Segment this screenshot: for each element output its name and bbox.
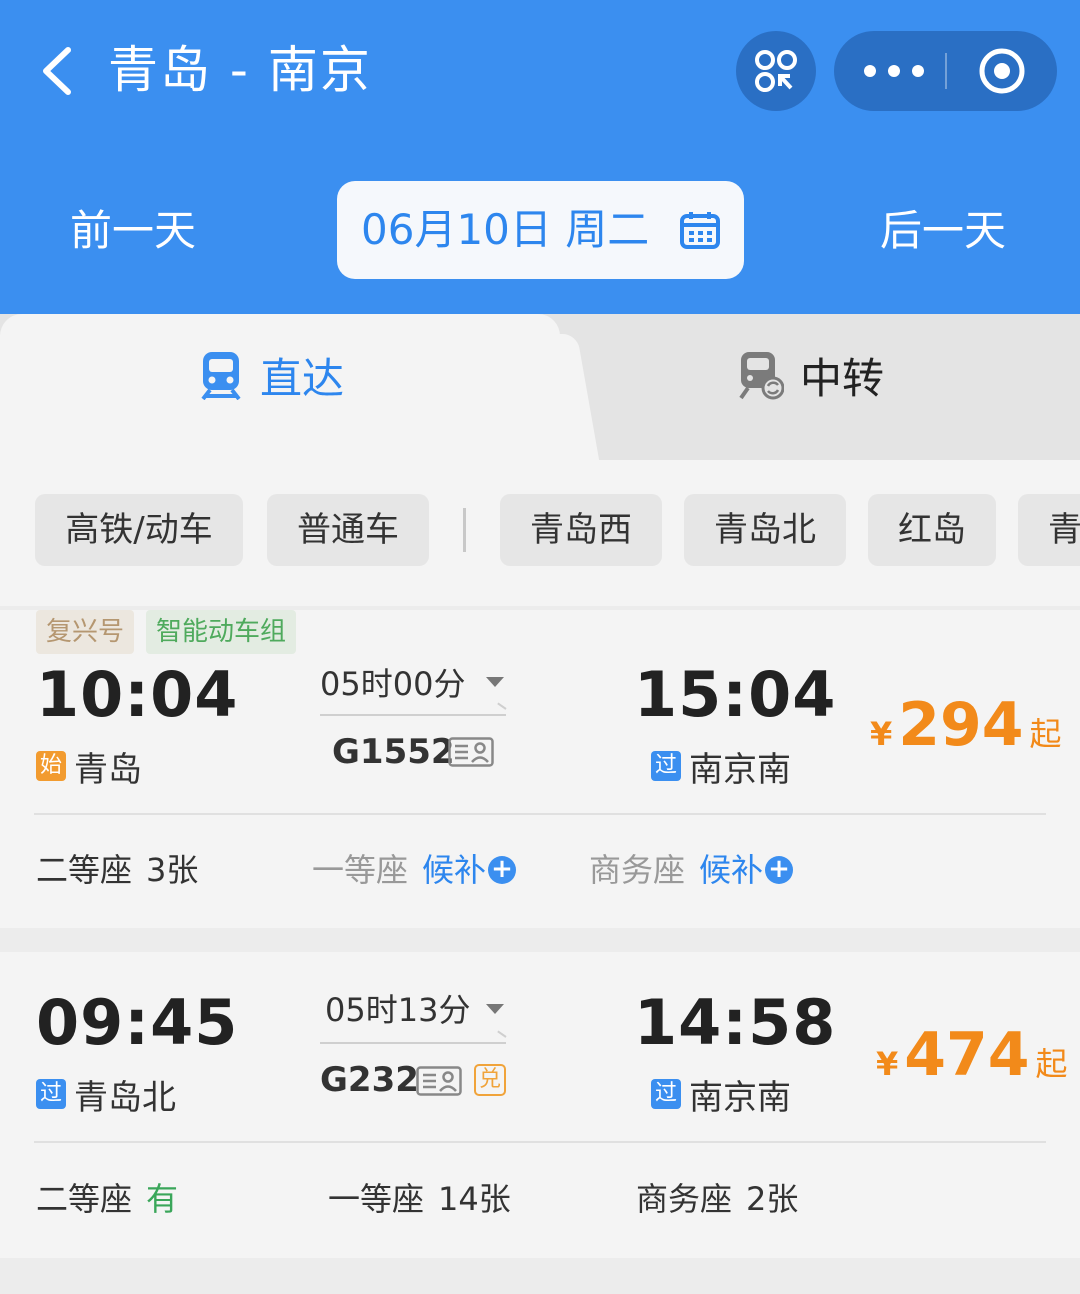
seat-business-class[interactable]: 商务座 候补 +	[589, 848, 794, 892]
origin-badge: 始	[36, 751, 66, 781]
seat-count: 14张	[438, 1180, 511, 1218]
more-icon[interactable]	[864, 53, 924, 89]
departure-time: 10:04	[36, 658, 239, 731]
price-suffix: 起	[1035, 1045, 1068, 1083]
id-card-icon	[448, 737, 494, 767]
arrival-time: 15:04	[634, 658, 837, 731]
redeem-badge: 兑	[474, 1064, 506, 1096]
tab-transfer[interactable]: 中转	[738, 340, 884, 410]
train-icon	[201, 352, 241, 400]
filter-chip-station-more[interactable]: 青	[1018, 494, 1080, 566]
duration-line	[320, 1042, 506, 1044]
capsule-divider	[945, 53, 947, 89]
departure-station-name: 青岛	[74, 749, 142, 790]
arrival-station: 过 南京南	[651, 746, 791, 790]
tag-fuxing: 复兴号	[36, 610, 135, 654]
calendar-icon	[680, 212, 720, 249]
seat-business-class: 商务座 2张	[636, 1180, 799, 1218]
id-card-icon	[416, 1066, 462, 1096]
close-icon[interactable]	[977, 46, 1027, 96]
card-divider	[34, 1141, 1046, 1143]
selected-date: 06月10日 周二	[361, 205, 650, 254]
transfer-train-icon	[739, 352, 784, 400]
back-icon[interactable]	[38, 44, 78, 98]
pass-badge: 过	[651, 751, 681, 781]
arrival-station: 过 南京南	[651, 1074, 791, 1118]
card-divider	[34, 813, 1046, 815]
travel-duration: 05时13分	[325, 991, 471, 1029]
travel-duration: 05时00分	[320, 665, 466, 703]
departure-station-name: 青岛北	[74, 1077, 176, 1118]
arrival-station-name: 南京南	[689, 1077, 791, 1118]
next-day-button[interactable]: 后一天	[880, 202, 1006, 260]
filter-row: 高铁/动车 普通车 青岛西 青岛北 红岛 青	[0, 460, 1080, 606]
seat-first-class: 一等座 14张	[328, 1180, 511, 1218]
filter-chip-station-hongdao[interactable]: 红岛	[868, 494, 996, 566]
scan-button[interactable]	[736, 31, 816, 111]
chevron-down-icon[interactable]	[486, 1004, 504, 1014]
date-selector[interactable]: 06月10日 周二	[337, 181, 744, 279]
pass-badge: 过	[36, 1079, 66, 1109]
waitlist-label[interactable]: 候补	[422, 851, 486, 889]
tag-smart-emu: 智能动车组	[146, 610, 297, 654]
plus-icon[interactable]: +	[488, 856, 517, 884]
tab-direct[interactable]: 直达	[198, 340, 344, 410]
price: ¥ 474 起	[876, 1020, 1068, 1090]
prev-day-button[interactable]: 前一天	[70, 202, 196, 260]
seat-count: 2张	[746, 1180, 799, 1218]
filter-chip-station-north[interactable]: 青岛北	[684, 494, 846, 566]
departure-time: 09:45	[36, 986, 239, 1059]
train-card[interactable]: 09:45 过 青岛北 05时13分 G232 兑 14:58 过 南京南 ¥ …	[0, 952, 1080, 1258]
currency-symbol: ¥	[876, 1045, 899, 1083]
train-number[interactable]: G1552	[332, 732, 455, 772]
plus-icon[interactable]: +	[765, 856, 794, 884]
filter-chip-high-speed[interactable]: 高铁/动车	[35, 494, 243, 566]
filter-chip-station-west[interactable]: 青岛西	[500, 494, 662, 566]
chevron-down-icon[interactable]	[486, 677, 504, 687]
tab-direct-label: 直达	[260, 353, 345, 403]
arrival-time: 14:58	[634, 986, 837, 1059]
scan-icon	[755, 50, 797, 92]
seat-second-class: 二等座 3张	[36, 851, 199, 889]
route-title: 青岛 - 南京	[108, 41, 372, 99]
currency-symbol: ¥	[870, 715, 893, 753]
price-suffix: 起	[1029, 715, 1062, 753]
pass-badge: 过	[651, 1079, 681, 1109]
price-amount: 294	[898, 690, 1024, 760]
filter-divider	[463, 508, 466, 552]
train-number[interactable]: G232	[320, 1060, 419, 1100]
tab-transfer-label: 中转	[800, 353, 885, 403]
filter-chip-regular[interactable]: 普通车	[267, 494, 429, 566]
price: ¥ 294 起	[870, 690, 1062, 760]
departure-station: 始 青岛	[36, 746, 142, 790]
header-bar: 青岛 - 南京 前一天 06月10日 周二 后一天	[0, 0, 1080, 340]
price-amount: 474	[904, 1020, 1030, 1090]
train-card[interactable]: 复兴号 智能动车组 10:04 始 青岛 05时00分 G1552 15:04 …	[0, 610, 1080, 928]
waitlist-label[interactable]: 候补	[699, 851, 763, 889]
seat-availability: 有	[146, 1180, 179, 1218]
seat-second-class: 二等座有	[36, 1180, 179, 1218]
departure-station: 过 青岛北	[36, 1074, 176, 1118]
arrival-station-name: 南京南	[689, 749, 791, 790]
mini-program-capsule	[834, 31, 1057, 111]
seat-count: 3张	[146, 851, 199, 889]
seat-first-class[interactable]: 一等座 候补 +	[312, 848, 517, 892]
duration-line	[320, 714, 506, 716]
